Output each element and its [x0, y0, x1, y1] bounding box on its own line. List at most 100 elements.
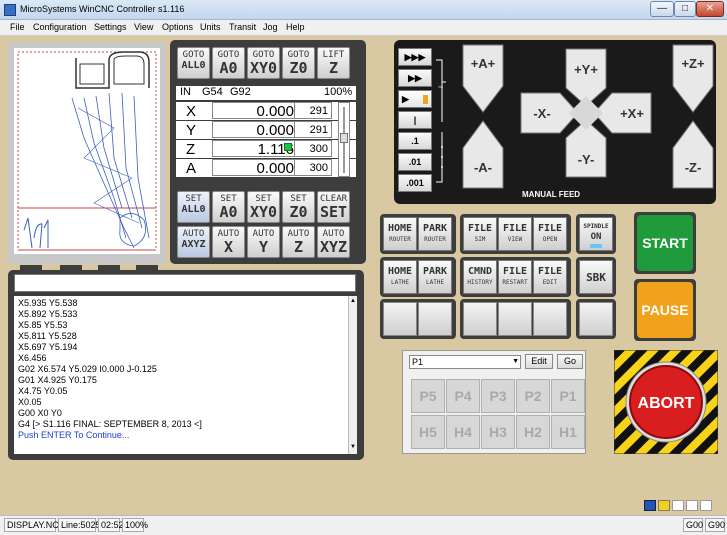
scroll-down-icon[interactable]: ▼: [350, 444, 356, 450]
network-icon[interactable]: [644, 500, 656, 511]
auto-y-button[interactable]: AUTO Y: [247, 226, 280, 258]
axis-value-x: 0.000: [212, 102, 298, 120]
preset-h4-button[interactable]: H4: [446, 415, 480, 449]
menu-help[interactable]: Help: [286, 22, 305, 32]
jog-plus-a-button[interactable]: +A+: [462, 44, 504, 114]
auto-xyz-button[interactable]: AUTO XYZ: [317, 226, 350, 258]
warning-icon[interactable]: [658, 500, 670, 511]
preset-p1-button[interactable]: P1: [551, 379, 585, 413]
lift-z-button[interactable]: LIFT Z: [317, 47, 350, 79]
set-all0-button[interactable]: SET ALL0: [177, 191, 210, 223]
blank-button[interactable]: [533, 302, 567, 336]
tray-icon[interactable]: [700, 500, 712, 511]
file-edit-button[interactable]: FILE EDIT: [533, 260, 567, 294]
axis-value-y: 0.000: [212, 121, 298, 139]
console-log: X5.935 Y5.538 X5.892 Y5.533 X5.85 Y5.53 …: [14, 296, 348, 454]
menu-settings[interactable]: Settings: [94, 22, 127, 32]
park-router-button[interactable]: PARK ROUTER: [418, 217, 452, 251]
preset-h5-button[interactable]: H5: [411, 415, 445, 449]
toolpath-drawing: [17, 51, 157, 251]
menu-view[interactable]: View: [134, 22, 153, 32]
preset-p5-button[interactable]: P5: [411, 379, 445, 413]
set-a0-button[interactable]: SET A0: [212, 191, 245, 223]
preview-canvas: [14, 48, 160, 254]
preset-go-button[interactable]: Go: [557, 354, 583, 369]
preset-p2-button[interactable]: P2: [516, 379, 550, 413]
abort-label: ABORT: [638, 395, 695, 412]
preset-p4-button[interactable]: P4: [446, 379, 480, 413]
feed-override-slider[interactable]: [338, 102, 350, 177]
speed-fast2-button[interactable]: ▶▶: [398, 69, 432, 87]
park-lathe-button[interactable]: PARK LATHE: [418, 260, 452, 294]
console-scrollbar[interactable]: ▲ ▼: [348, 296, 357, 454]
menu-configuration[interactable]: Configuration: [33, 22, 87, 32]
menu-jog[interactable]: Jog: [263, 22, 278, 32]
set-z0-button[interactable]: SET Z0: [282, 191, 315, 223]
tray-icon[interactable]: [672, 500, 684, 511]
file-restart-button[interactable]: FILE RESTART: [498, 260, 532, 294]
minimize-button[interactable]: —: [650, 1, 674, 17]
preset-h2-button[interactable]: H2: [516, 415, 550, 449]
blank-button[interactable]: [498, 302, 532, 336]
pause-button[interactable]: PAUSE: [637, 282, 693, 338]
blank-button[interactable]: [383, 302, 417, 336]
toolpath-preview[interactable]: [8, 42, 166, 264]
speed-fast1-button[interactable]: ▶: [398, 90, 432, 108]
preset-select[interactable]: P1 ▼: [409, 355, 521, 369]
goto-z0-button[interactable]: GOTO Z0: [282, 47, 315, 79]
auto-z-button[interactable]: AUTO Z: [282, 226, 315, 258]
set-xy0-button[interactable]: SET XY0: [247, 191, 280, 223]
spindle-on-button[interactable]: SPINDLE ON: [579, 217, 613, 251]
command-input[interactable]: [14, 274, 356, 292]
goto-a0-button[interactable]: GOTO A0: [212, 47, 245, 79]
file-sim-button[interactable]: FILE SIM: [463, 217, 497, 251]
preset-h3-button[interactable]: H3: [481, 415, 515, 449]
goto-all0-button[interactable]: GOTO ALL0: [177, 47, 210, 79]
axis-override-x: 291: [294, 102, 332, 119]
menu-options[interactable]: Options: [162, 22, 193, 32]
speed-step-0001-button[interactable]: .001: [398, 174, 432, 192]
tray-icon[interactable]: [686, 500, 698, 511]
home-lathe-button[interactable]: HOME LATHE: [383, 260, 417, 294]
blank-button[interactable]: [463, 302, 497, 336]
speed-step-01-button[interactable]: .1: [398, 132, 432, 150]
jog-minus-z-button[interactable]: -Z-: [672, 120, 714, 190]
cmnd-history-button[interactable]: CMND HISTORY: [463, 260, 497, 294]
g54-label: G54: [202, 86, 223, 98]
chevron-down-icon: ▼: [512, 358, 519, 365]
jog-plus-z-button[interactable]: +Z+: [672, 44, 714, 114]
jog-panel: ▶▶▶ ▶▶ ▶ | .1 .01 .001 ~ +A+ -A- +Y+ -Y-…: [394, 40, 716, 204]
speed-step1-button[interactable]: |: [398, 111, 432, 129]
scroll-up-icon[interactable]: ▲: [350, 298, 356, 304]
axis-override-z: 300: [294, 140, 332, 157]
goto-xy0-button[interactable]: GOTO XY0: [247, 47, 280, 79]
blank-button[interactable]: [418, 302, 452, 336]
start-button[interactable]: START: [637, 215, 693, 271]
speed-fast3-button[interactable]: ▶▶▶: [398, 48, 432, 66]
menu-bar: File Configuration Settings View Options…: [0, 20, 727, 36]
auto-axyz-button[interactable]: AUTO AXYZ: [177, 226, 210, 258]
blank-button[interactable]: [579, 302, 613, 336]
clear-set-button[interactable]: CLEAR SET: [317, 191, 350, 223]
close-button[interactable]: ✕: [696, 1, 724, 17]
home-router-button[interactable]: HOME ROUTER: [383, 217, 417, 251]
status-percent: 100%: [122, 518, 148, 532]
jog-minus-a-button[interactable]: -A-: [462, 120, 504, 190]
preset-edit-button[interactable]: Edit: [525, 354, 553, 369]
menu-transit[interactable]: Transit: [229, 22, 256, 32]
menu-file[interactable]: File: [10, 22, 25, 32]
preset-h1-button[interactable]: H1: [551, 415, 585, 449]
speed-step-001-button[interactable]: .01: [398, 153, 432, 171]
svg-text:-X-: -X-: [533, 106, 550, 121]
axis-row-x: X 0.000 291: [176, 102, 356, 120]
auto-x-button[interactable]: AUTO X: [212, 226, 245, 258]
sbk-button[interactable]: SBK: [579, 260, 613, 294]
log-line: X5.85 Y5.53: [18, 320, 68, 330]
file-open-button[interactable]: FILE OPEN: [533, 217, 567, 251]
menu-units[interactable]: Units: [200, 22, 221, 32]
preset-p3-button[interactable]: P3: [481, 379, 515, 413]
window-title: MicroSystems WinCNC Controller s1.116: [20, 4, 185, 14]
maximize-button[interactable]: □: [674, 1, 696, 17]
status-g00: G00: [683, 518, 703, 532]
file-view-button[interactable]: FILE VIEW: [498, 217, 532, 251]
